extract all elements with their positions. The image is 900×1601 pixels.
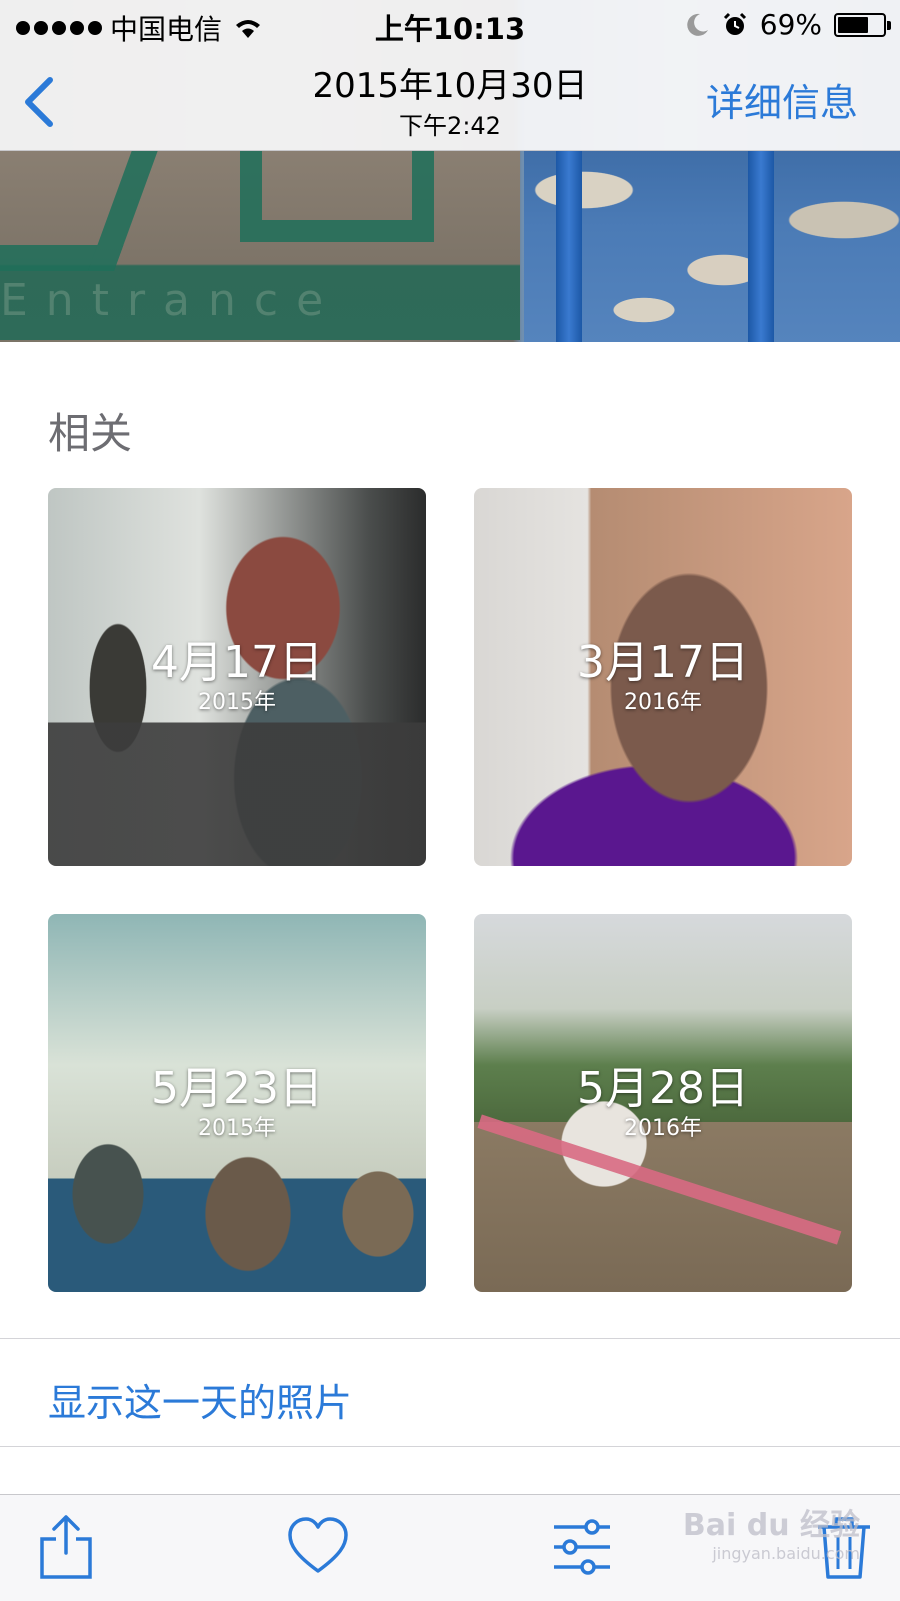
moon-icon — [687, 13, 708, 36]
watermark-brand: Bai du 经验 — [682, 1508, 860, 1543]
entrance-sign: Entrance — [0, 150, 520, 340]
divider — [0, 1446, 900, 1447]
blue-pole — [556, 150, 582, 342]
details-button[interactable]: 详细信息 — [706, 72, 858, 127]
divider — [0, 1338, 900, 1339]
blue-pole — [748, 150, 774, 342]
battery-percent: 69% — [759, 8, 822, 41]
watermark-url: jingyan.baidu.com — [712, 1544, 860, 1563]
tile-year: 2016年 — [624, 1116, 702, 1141]
tile-date: 5月28日 — [577, 1063, 749, 1114]
tile-date: 3月17日 — [577, 637, 749, 688]
alarm-icon — [723, 12, 746, 35]
tile-year: 2016年 — [624, 690, 702, 715]
tile-date: 4月17日 — [151, 637, 323, 688]
show-day-photos-link[interactable]: 显示这一天的照片 — [48, 1372, 352, 1427]
related-memory-tile[interactable]: 3月17日 2016年 — [474, 488, 852, 866]
tile-year: 2015年 — [198, 690, 276, 715]
status-bar: 中国电信 上午10:13 69% — [0, 0, 900, 50]
share-icon[interactable] — [34, 1513, 98, 1581]
related-heading: 相关 — [48, 409, 133, 458]
entrance-sign-text: Entrance — [0, 275, 342, 326]
related-memory-tile[interactable]: 5月23日 2015年 — [48, 914, 426, 1292]
related-memory-tile[interactable]: 5月28日 2016年 — [474, 914, 852, 1292]
battery-icon — [834, 12, 891, 37]
navigation-bar: 2015年10月30日 下午2:42 详细信息 — [0, 50, 900, 151]
baidu-watermark: Bai du 经验 jingyan.baidu.com — [683, 1500, 860, 1563]
tile-date: 5月23日 — [151, 1063, 323, 1114]
tile-year: 2015年 — [198, 1116, 276, 1141]
related-memory-tile[interactable]: 4月17日 2015年 — [48, 488, 426, 866]
heart-icon[interactable] — [286, 1513, 350, 1581]
adjust-icon[interactable] — [550, 1513, 614, 1581]
status-right: 69% — [684, 8, 891, 41]
